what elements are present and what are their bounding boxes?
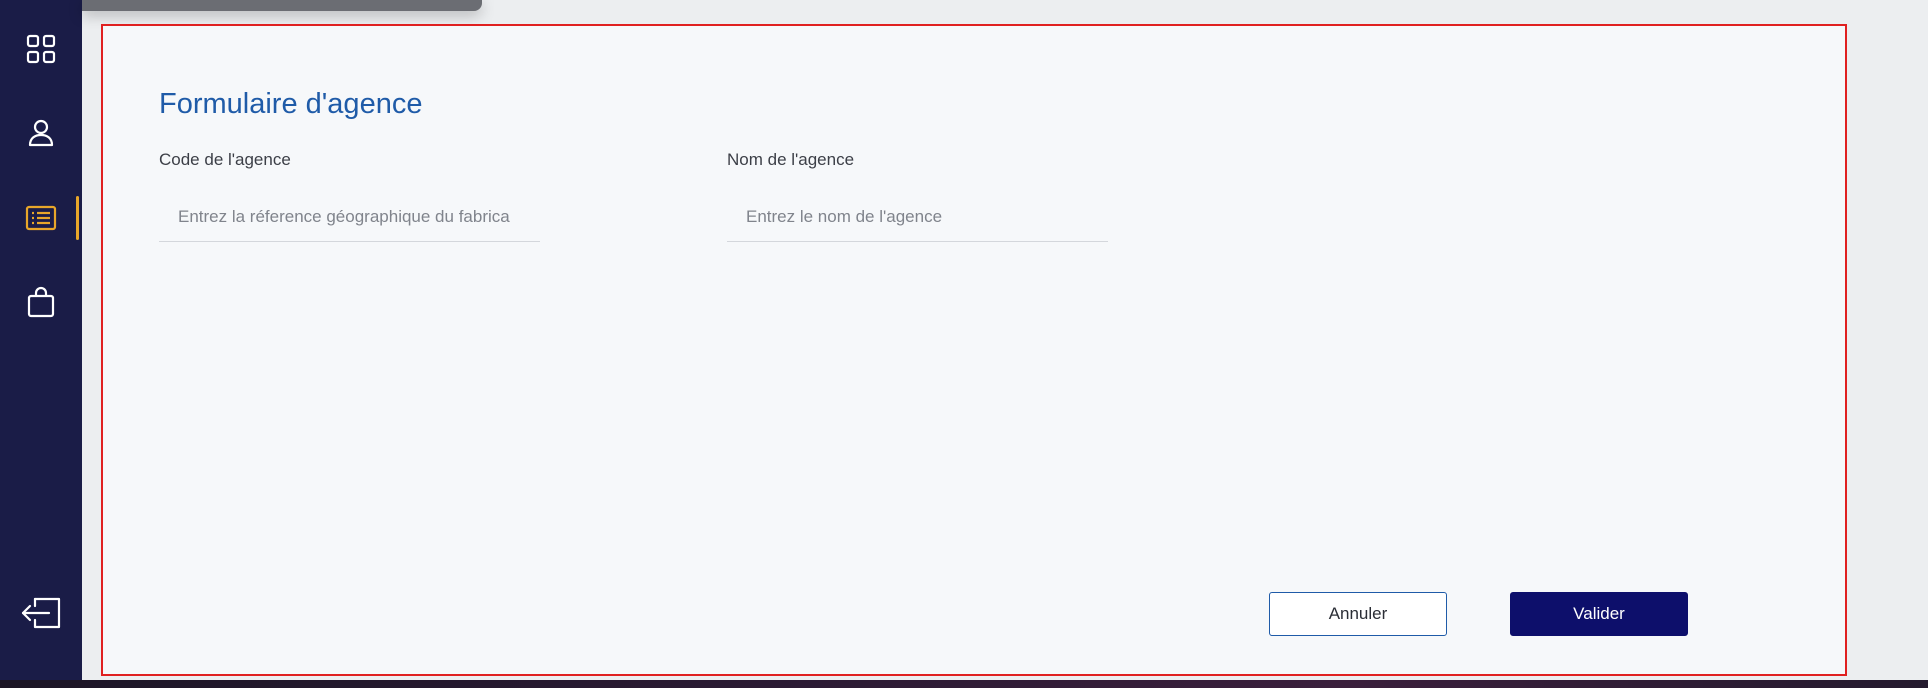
sidebar — [0, 0, 82, 680]
cancel-button[interactable]: Annuler — [1269, 592, 1447, 636]
agency-name-label: Nom de l'agence — [727, 150, 855, 169]
nav-item-agencies[interactable] — [0, 190, 82, 246]
agency-code-field: Code de l'agence — [159, 150, 540, 242]
grid-icon — [26, 34, 56, 64]
agency-code-label: Code de l'agence — [159, 150, 291, 169]
user-icon — [26, 118, 56, 148]
active-indicator — [76, 196, 79, 240]
submit-button[interactable]: Valider — [1510, 592, 1688, 636]
logout-button[interactable] — [0, 585, 82, 641]
agency-name-field: Nom de l'agence — [727, 150, 1108, 242]
list-icon — [25, 205, 57, 231]
tooltip-overlay — [82, 0, 482, 11]
app-screen: Formulaire d'agence Code de l'agence Nom… — [0, 0, 1928, 680]
nav-item-users[interactable] — [0, 105, 82, 161]
page-title: Formulaire d'agence — [159, 88, 423, 120]
bag-icon — [26, 286, 56, 318]
agency-code-input[interactable] — [159, 192, 540, 242]
agency-name-input[interactable] — [727, 192, 1108, 242]
logout-icon — [19, 596, 63, 630]
taskbar-edge — [0, 680, 1928, 688]
agency-form-panel: Formulaire d'agence Code de l'agence Nom… — [101, 24, 1847, 676]
nav-item-orders[interactable] — [0, 274, 82, 330]
nav-item-dashboard[interactable] — [0, 21, 82, 77]
